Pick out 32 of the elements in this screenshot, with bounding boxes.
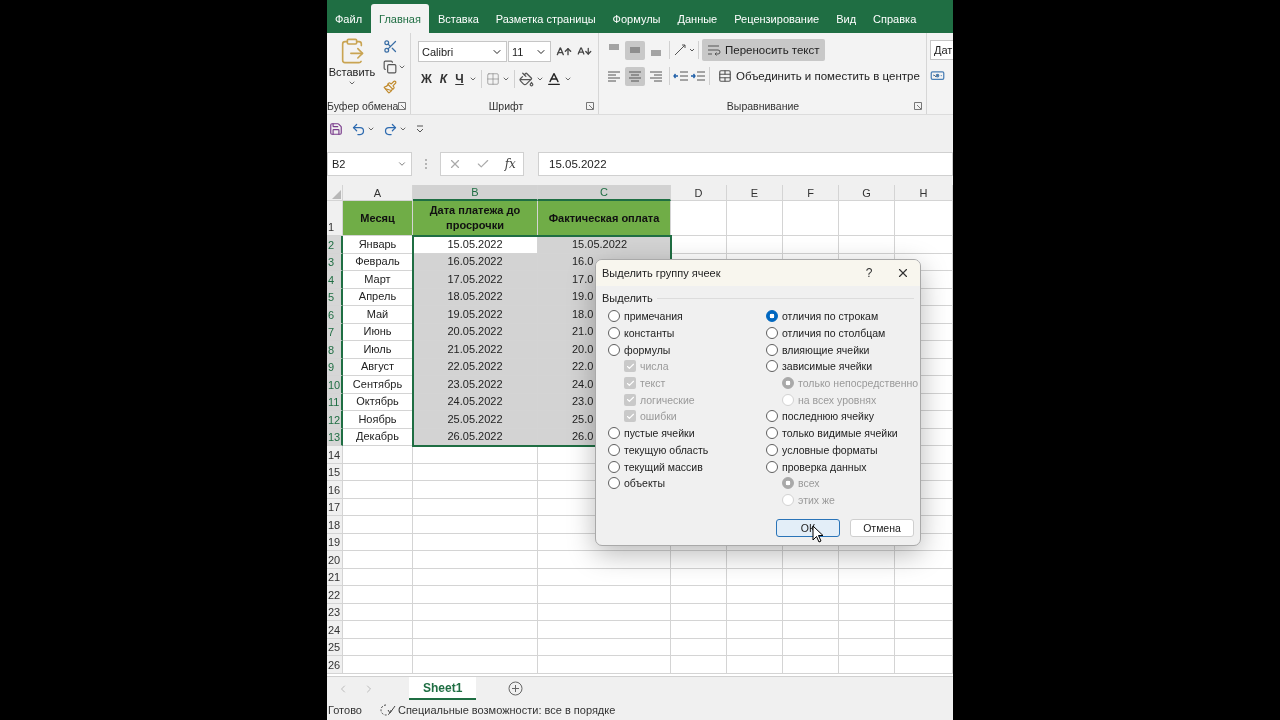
option-label: отличия по строкам xyxy=(782,310,879,323)
option-label: объекты xyxy=(624,477,665,490)
option-label: формулы xyxy=(624,343,671,356)
group-label: Шрифт xyxy=(488,100,524,112)
option-label: текущий массив xyxy=(624,460,703,473)
option-label: только непосредственно xyxy=(798,377,919,390)
option-label: этих же xyxy=(798,493,835,506)
group-label: Выделить xyxy=(602,292,653,304)
table-cell: 23.05.2022 xyxy=(413,376,538,394)
option-label: зависимые ячейки xyxy=(782,360,873,373)
option-label: последнюю ячейку xyxy=(782,410,874,423)
option-label: проверка данных xyxy=(782,460,867,473)
option-label: всех xyxy=(798,477,820,490)
table-cell: 25.05.2022 xyxy=(413,411,538,429)
option-label: текущую область xyxy=(624,443,709,456)
status-text: Готово xyxy=(328,704,362,716)
table-cell: Сентябрь xyxy=(343,376,413,394)
table-cell: 19.05.2022 xyxy=(413,306,538,324)
option-label: на всех уровнях xyxy=(798,393,877,406)
option-label: числа xyxy=(640,360,669,373)
table-header-cell: Фактическая оплата xyxy=(538,201,671,236)
option-label: только видимые ячейки xyxy=(782,427,898,440)
table-cell: Ноябрь xyxy=(343,411,413,429)
table-header-cell: Дата платежа до просрочки xyxy=(413,201,538,236)
group-label: Выравнивание xyxy=(726,100,800,112)
table-cell: 21.05.2022 xyxy=(413,341,538,359)
option-label: влияющие ячейки xyxy=(782,343,870,356)
option-label: условные форматы xyxy=(782,443,878,456)
table-cell: 17.05.2022 xyxy=(413,271,538,289)
option-label: текст xyxy=(640,377,666,390)
option-label: отличия по столбцам xyxy=(782,327,886,340)
table-header-cell: Месяц xyxy=(343,201,413,236)
